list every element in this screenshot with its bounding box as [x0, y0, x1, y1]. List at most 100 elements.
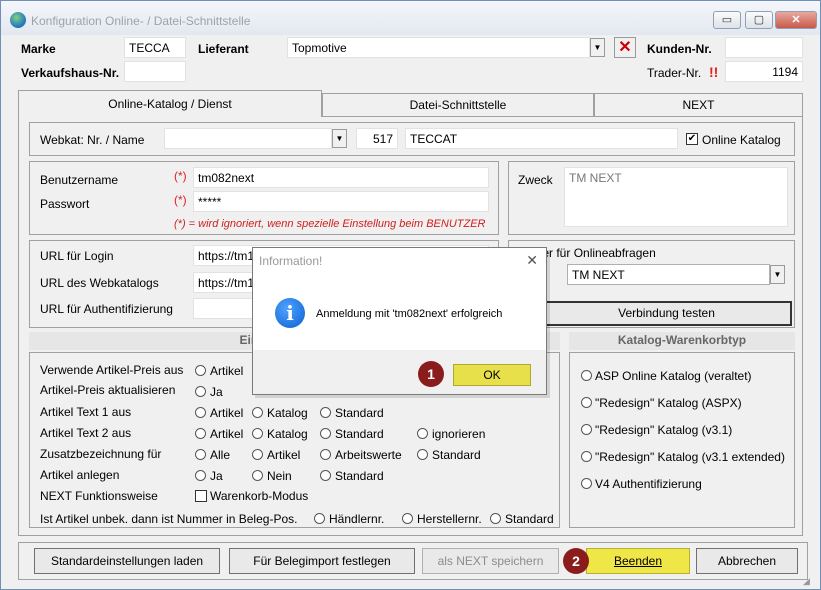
radio-text1-standard[interactable] [320, 407, 331, 418]
radio-nummer-standard[interactable] [490, 513, 501, 524]
setting-label-zusatz: Zusatzbezeichnung für [40, 447, 162, 461]
radio-warenkorb-asp[interactable] [581, 370, 592, 381]
webkat-combo[interactable] [164, 128, 332, 149]
radio-text2-artikel[interactable] [195, 428, 206, 439]
radio-anlegen-standard[interactable] [320, 470, 331, 481]
dialog-message: Anmeldung mit 'tm082next' erfolgreich [316, 308, 503, 320]
lieferant-combo[interactable]: Topmotive [287, 37, 590, 58]
zweck-label: Zweck [518, 173, 553, 187]
option-zusatz-standard: Standard [432, 448, 481, 462]
step-badge-1: 1 [418, 361, 444, 387]
maximize-button[interactable]: ▢ [745, 11, 773, 29]
warenkorb-modus-label: Warenkorb-Modus [210, 489, 309, 503]
warenkorb-option-v31: "Redesign" Katalog (v3.1) [595, 423, 733, 437]
setting-label-preis: Verwende Artikel-Preis aus [40, 363, 184, 377]
benutzer-label: Benutzername [40, 173, 119, 187]
verkaufshaus-label: Verkaufshaus-Nr. [21, 66, 120, 80]
option-zusatz-alle: Alle [210, 448, 231, 462]
nummer-label: Ist Artikel unbek. dann ist Nummer in Be… [40, 512, 298, 526]
warenkorb-modus-checkbox[interactable] [195, 490, 207, 502]
radio-text1-katalog[interactable] [252, 407, 263, 418]
warenkorb-option-v31-ext: "Redesign" Katalog (v3.1 extended) [595, 450, 785, 464]
marke-field[interactable]: TECCA [124, 37, 186, 58]
radio-aktualisieren-ja[interactable] [195, 386, 206, 397]
webkat-name-field[interactable]: TECCAT [405, 128, 678, 149]
ok-button[interactable]: OK [453, 364, 531, 386]
radio-zusatz-artikel[interactable] [252, 449, 263, 460]
webkat-dropdown-arrow[interactable]: ▼ [332, 129, 347, 148]
url-webkatalog-label: URL des Webkatalogs [40, 276, 159, 290]
lieferant-label: Lieferant [198, 42, 249, 56]
zweck-field[interactable]: TM NEXT [564, 167, 788, 227]
warenkorb-option-aspx: "Redesign" Katalog (ASPX) [595, 396, 742, 410]
option-aktualisieren-ja: Ja [210, 385, 223, 399]
option-text2-katalog: Katalog [267, 427, 308, 441]
option-preis-artikel: Artikel [210, 364, 244, 378]
kunden-nr-field[interactable] [725, 37, 803, 58]
radio-text1-artikel[interactable] [195, 407, 206, 418]
benutzer-field[interactable]: tm082next [193, 167, 489, 188]
passwort-field[interactable]: ***** [193, 191, 489, 212]
webkat-nr-field[interactable]: 517 [356, 128, 398, 149]
warenkorb-head: Katalog-Warenkorbtyp [569, 332, 795, 350]
option-text1-katalog: Katalog [267, 406, 308, 420]
abbrechen-button[interactable]: Abbrechen [696, 548, 798, 574]
passwort-label: Passwort [40, 197, 90, 211]
trader-nr-field[interactable]: 1194 [725, 61, 803, 82]
trader-nr-label: Trader-Nr. [647, 66, 702, 80]
radio-text2-katalog[interactable] [252, 428, 263, 439]
belegimport-button[interactable]: Für Belegimport festlegen [229, 548, 415, 574]
radio-preis-artikel[interactable] [195, 365, 206, 376]
url-login-label: URL für Login [40, 249, 114, 263]
lieferant-dropdown-arrow[interactable]: ▼ [590, 38, 605, 57]
radio-warenkorb-v31[interactable] [581, 424, 592, 435]
standard-laden-button[interactable]: Standardeinstellungen laden [34, 548, 220, 574]
online-katalog-checkbox[interactable]: ✔ [686, 133, 698, 145]
step-badge-2: 2 [563, 548, 589, 574]
radio-warenkorb-aspx[interactable] [581, 397, 592, 408]
anbieter-dropdown-arrow[interactable]: ▼ [770, 265, 785, 284]
tab-datei-schnittstelle[interactable]: Datei-Schnittstelle [322, 93, 594, 116]
option-nummer-hersteller: Herstellernr. [417, 512, 482, 526]
minimize-button[interactable]: ▭ [713, 11, 741, 29]
verkaufshaus-field[interactable] [124, 61, 186, 82]
option-text2-standard: Standard [335, 427, 384, 441]
radio-text2-ignorieren[interactable] [417, 428, 428, 439]
radio-warenkorb-v31-ext[interactable] [581, 451, 592, 462]
option-nummer-haendler: Händlernr. [329, 512, 385, 526]
radio-zusatz-arbeitswerte[interactable] [320, 449, 331, 460]
verbindung-testen-button[interactable]: Verbindung testen [541, 301, 792, 326]
resize-grip-icon[interactable]: ◢ [803, 575, 815, 587]
tab-online-katalog[interactable]: Online-Katalog / Dienst [18, 90, 322, 117]
benutzer-required-marker: (*) [174, 169, 187, 183]
setting-label-anlegen: Artikel anlegen [40, 468, 120, 482]
dialog-close-icon[interactable]: ✕ [526, 252, 538, 269]
option-text1-artikel: Artikel [210, 406, 244, 420]
option-text1-standard: Standard [335, 406, 384, 420]
radio-anlegen-ja[interactable] [195, 470, 206, 481]
radio-warenkorb-v4[interactable] [581, 478, 592, 489]
radio-anlegen-nein[interactable] [252, 470, 263, 481]
close-button[interactable]: ✕ [775, 11, 817, 29]
anbieter-combo[interactable]: TM NEXT [567, 264, 770, 285]
marke-label: Marke [21, 42, 56, 56]
radio-zusatz-alle[interactable] [195, 449, 206, 460]
option-text2-artikel: Artikel [210, 427, 244, 441]
tab-next[interactable]: NEXT [594, 93, 803, 116]
radio-nummer-haendler[interactable] [314, 513, 325, 524]
option-anlegen-nein: Nein [267, 469, 292, 483]
clear-lieferant-icon[interactable]: ✕ [614, 37, 636, 58]
option-text2-ignorieren: ignorieren [432, 427, 486, 441]
option-zusatz-artikel: Artikel [267, 448, 301, 462]
dialog-title: Information! [259, 254, 323, 268]
next-funktionsweise-label: NEXT Funktionsweise [40, 489, 158, 503]
beenden-button[interactable]: Beenden [586, 548, 690, 574]
next-speichern-button[interactable]: als NEXT speichern [422, 548, 559, 574]
option-anlegen-ja: Ja [210, 469, 223, 483]
setting-label-text2: Artikel Text 2 aus [40, 426, 132, 440]
radio-zusatz-standard[interactable] [417, 449, 428, 460]
option-nummer-standard: Standard [505, 512, 554, 526]
radio-text2-standard[interactable] [320, 428, 331, 439]
online-katalog-label: Online Katalog [702, 133, 781, 147]
radio-nummer-hersteller[interactable] [402, 513, 413, 524]
